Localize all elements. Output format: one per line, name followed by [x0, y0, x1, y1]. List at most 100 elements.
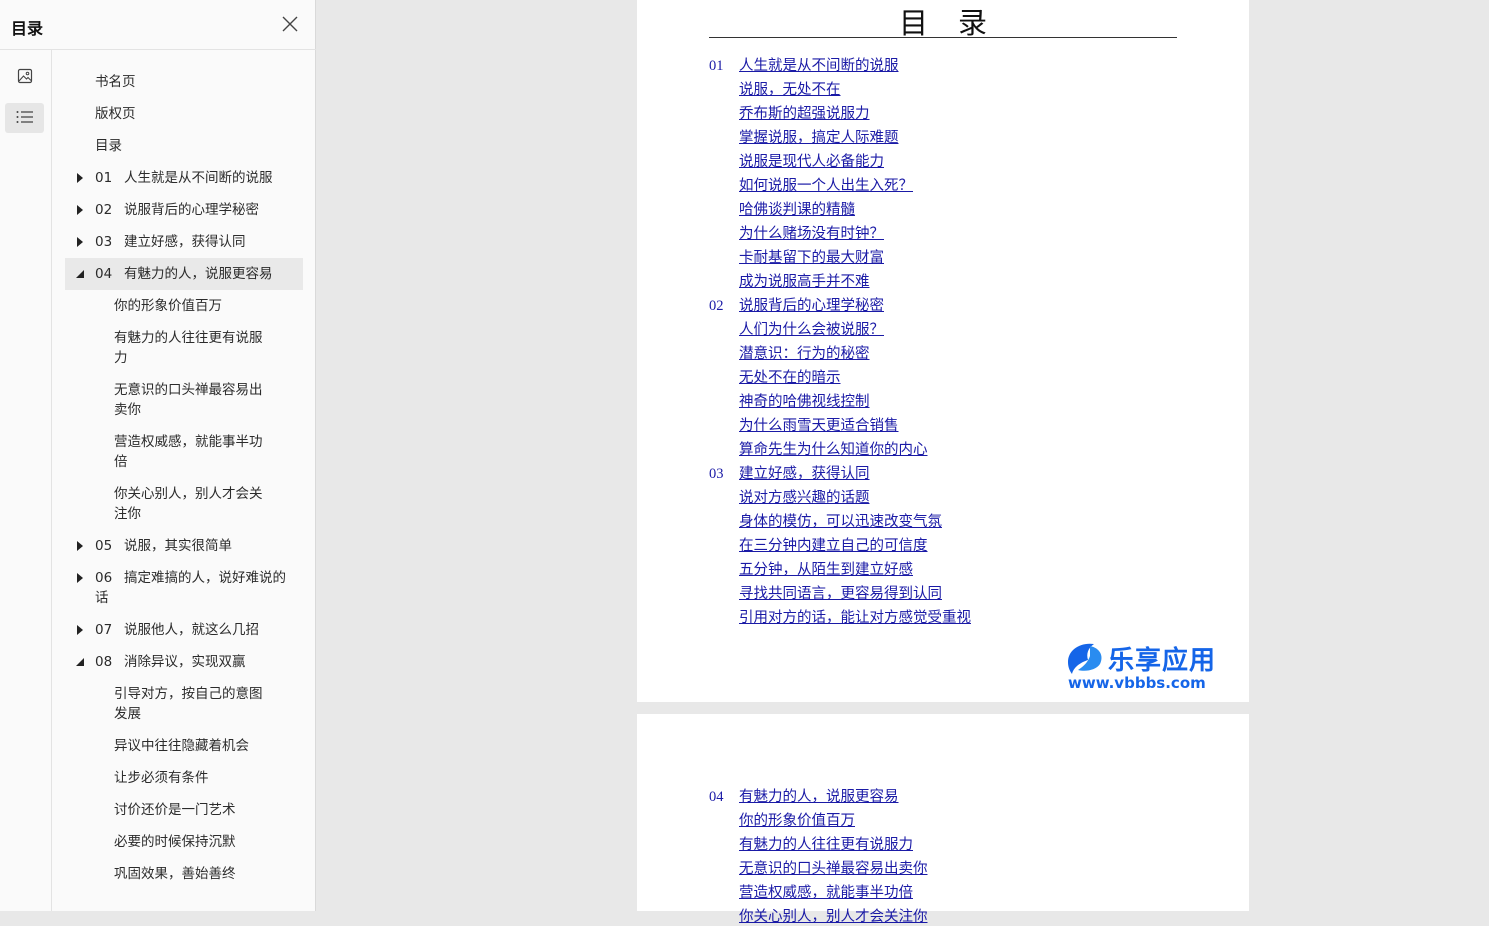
section-link[interactable]: 无意识的口头禅最容易出卖你: [739, 860, 928, 878]
toc-subitem[interactable]: 营造权威感，就能事半功倍: [65, 426, 303, 478]
section-link[interactable]: 说服是现代人必备能力: [739, 153, 884, 171]
toc-item-number: 04: [95, 266, 113, 282]
collapsed-triangle-icon[interactable]: [75, 200, 85, 220]
section-link[interactable]: 潜意识：行为的秘密: [739, 345, 870, 363]
section-link[interactable]: 无处不在的暗示: [739, 369, 841, 387]
chapter-link[interactable]: 03 建立好感，获得认同: [709, 465, 870, 483]
section-link[interactable]: 如何说服一个人出生入死？: [739, 177, 913, 195]
toc-subitem[interactable]: 你的形象价值百万: [65, 290, 303, 322]
chapter-link[interactable]: 02 说服背后的心理学秘密: [709, 297, 884, 315]
toc-item-label: 建立好感，获得认同: [124, 234, 246, 250]
toc-view-button[interactable]: [5, 103, 44, 133]
toc-item-label: 有魅力的人，说服更容易: [124, 266, 273, 282]
expanded-triangle-icon[interactable]: [75, 264, 85, 284]
section-link[interactable]: 哈佛谈判课的精髓: [739, 201, 855, 219]
link-label: 说对方感兴趣的话题: [739, 490, 870, 506]
toc-item-label: 讨价还价是一门艺术: [114, 802, 236, 818]
section-link[interactable]: 乔布斯的超强说服力: [739, 105, 870, 123]
section-link[interactable]: 人们为什么会被说服？: [739, 321, 884, 339]
close-icon[interactable]: [279, 13, 301, 35]
toc-item[interactable]: 05 说服，其实很简单: [65, 530, 303, 562]
toc-item-label: 你的形象价值百万: [114, 298, 222, 314]
link-label: 说服，无处不在: [739, 82, 841, 98]
link-label: 成为说服高手并不难: [739, 274, 870, 290]
toc-item-label: 消除异议，实现双赢: [124, 654, 246, 670]
toc-item-number: 01: [95, 170, 113, 186]
toc-item[interactable]: 01 人生就是从不间断的说服: [65, 162, 303, 194]
thumbnail-view-button[interactable]: [5, 63, 44, 93]
toc-item-label: 必要的时候保持沉默: [114, 834, 236, 850]
collapsed-triangle-icon[interactable]: [75, 168, 85, 188]
collapsed-triangle-icon[interactable]: [75, 620, 85, 640]
toc-item-label: 书名页: [95, 74, 136, 90]
watermark-name: 乐享应用: [1108, 646, 1217, 676]
section-link[interactable]: 你的形象价值百万: [739, 812, 855, 830]
link-label: 人们为什么会被说服？: [739, 322, 884, 338]
toc-item-label: 版权页: [95, 106, 136, 122]
link-label: 五分钟，从陌生到建立好感: [739, 562, 913, 578]
section-link[interactable]: 在三分钟内建立自己的可信度: [739, 537, 928, 555]
section-link[interactable]: 说服，无处不在: [739, 81, 841, 99]
toc-item-label: 说服背后的心理学秘密: [124, 202, 259, 218]
section-link[interactable]: 营造权威感，就能事半功倍: [739, 884, 913, 902]
chapter-number: 02: [709, 298, 724, 314]
sidebar-rail: [0, 50, 52, 911]
toc-subitem[interactable]: 讨价还价是一门艺术: [65, 794, 303, 826]
section-link[interactable]: 卡耐基留下的最大财富: [739, 249, 884, 267]
section-link[interactable]: 寻找共同语言，更容易得到认同: [739, 585, 942, 603]
toc-item[interactable]: 03 建立好感，获得认同: [65, 226, 303, 258]
toc-item[interactable]: 书名页: [65, 66, 303, 98]
toc-subitem[interactable]: 异议中往往隐藏着机会: [65, 730, 303, 762]
chapter-link[interactable]: 01 人生就是从不间断的说服: [709, 57, 899, 75]
collapsed-triangle-icon[interactable]: [75, 568, 85, 588]
toc-subitem[interactable]: 你关心别人，别人才会关注你: [65, 478, 303, 530]
collapsed-triangle-icon[interactable]: [75, 536, 85, 556]
expanded-triangle-icon[interactable]: [75, 652, 85, 672]
image-icon: [17, 68, 33, 88]
watermark-logo-icon: [1064, 640, 1106, 678]
section-link[interactable]: 掌握说服，搞定人际难题: [739, 129, 899, 147]
toc-item-label: 引导对方，按自己的意图发展: [114, 686, 263, 722]
toc-item-number: 03: [95, 234, 113, 250]
link-label: 无意识的口头禅最容易出卖你: [739, 861, 928, 877]
toc-subitem[interactable]: 引导对方，按自己的意图发展: [65, 678, 303, 730]
watermark: 乐享应用 www.vbbbs.com: [1064, 640, 1244, 696]
toc-item-number: 08: [95, 654, 113, 670]
toc-item[interactable]: 07 说服他人，就这么几招: [65, 614, 303, 646]
link-label: 营造权威感，就能事半功倍: [739, 885, 913, 901]
chapter-link[interactable]: 04 有魅力的人，说服更容易: [709, 788, 899, 806]
link-label: 如何说服一个人出生入死？: [739, 178, 913, 194]
toc-item[interactable]: 08 消除异议，实现双赢: [65, 646, 303, 678]
section-link[interactable]: 为什么赌场没有时钟？: [739, 225, 884, 243]
link-label: 你的形象价值百万: [739, 813, 855, 829]
document-page-1: 目录 01 人生就是从不间断的说服 说服，无处不在 乔布斯的超强说服力 掌握说服，搞定人…: [637, 0, 1249, 702]
toc-subitem[interactable]: 无意识的口头禅最容易出卖你: [65, 374, 303, 426]
toc-item[interactable]: 02 说服背后的心理学秘密: [65, 194, 303, 226]
section-link[interactable]: 有魅力的人往往更有说服力: [739, 836, 913, 854]
link-label: 说服背后的心理学秘密: [739, 298, 884, 314]
link-label: 为什么赌场没有时钟？: [739, 226, 884, 242]
section-link[interactable]: 成为说服高手并不难: [739, 273, 870, 291]
toc-item-label: 让步必须有条件: [114, 770, 209, 786]
toc-item[interactable]: 04 有魅力的人，说服更容易: [65, 258, 303, 290]
toc-subitem[interactable]: 有魅力的人往往更有说服力: [65, 322, 303, 374]
collapsed-triangle-icon[interactable]: [75, 232, 85, 252]
toc-item[interactable]: 06 搞定难搞的人，说好难说的话: [65, 562, 303, 614]
toc-subitem[interactable]: 让步必须有条件: [65, 762, 303, 794]
link-label: 为什么雨雪天更适合销售: [739, 418, 899, 434]
link-label: 在三分钟内建立自己的可信度: [739, 538, 928, 554]
chapter-number: 01: [709, 58, 724, 74]
section-link[interactable]: 五分钟，从陌生到建立好感: [739, 561, 913, 579]
toc-item[interactable]: 目录: [65, 130, 303, 162]
toc-item-label: 你关心别人，别人才会关注你: [114, 486, 263, 522]
toc-subitem[interactable]: 必要的时候保持沉默: [65, 826, 303, 858]
section-link[interactable]: 神奇的哈佛视线控制: [739, 393, 870, 411]
section-link[interactable]: 为什么雨雪天更适合销售: [739, 417, 899, 435]
section-link[interactable]: 说对方感兴趣的话题: [739, 489, 870, 507]
toc-subitem[interactable]: 巩固效果，善始善终: [65, 858, 303, 890]
link-label: 掌握说服，搞定人际难题: [739, 130, 899, 146]
section-link[interactable]: 身体的模仿，可以迅速改变气氛: [739, 513, 942, 531]
section-link[interactable]: 引用对方的话，能让对方感觉受重视: [739, 609, 971, 627]
section-link[interactable]: 算命先生为什么知道你的内心: [739, 441, 928, 459]
toc-item[interactable]: 版权页: [65, 98, 303, 130]
